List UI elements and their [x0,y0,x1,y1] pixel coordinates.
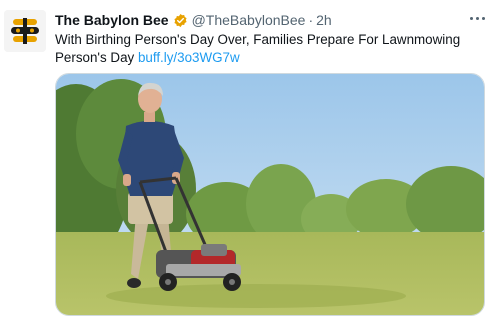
tweet: The Babylon Bee @TheBabylonBee · 2h With… [0,0,500,322]
verified-badge-icon [174,13,187,27]
more-horizontal-icon [469,16,473,20]
tweet-body: With Birthing Person's Day Over, Familie… [55,32,461,65]
account-handle[interactable]: @TheBabylonBee [192,12,306,28]
avatar[interactable] [4,10,46,52]
tweet-link[interactable]: buff.ly/3o3WG7w [138,50,240,65]
account-name[interactable]: The Babylon Bee [55,12,169,28]
more-options-button[interactable] [466,8,488,28]
tweet-image[interactable] [55,73,485,316]
timestamp[interactable]: 2h [316,12,332,28]
tweet-text: With Birthing Person's Day Over, Familie… [55,31,485,67]
tweet-header: The Babylon Bee @TheBabylonBee · 2h [55,11,332,29]
man-mowing-lawn-image [56,74,484,315]
separator-dot: · [308,12,314,28]
babylon-bee-logo-icon [4,10,46,52]
